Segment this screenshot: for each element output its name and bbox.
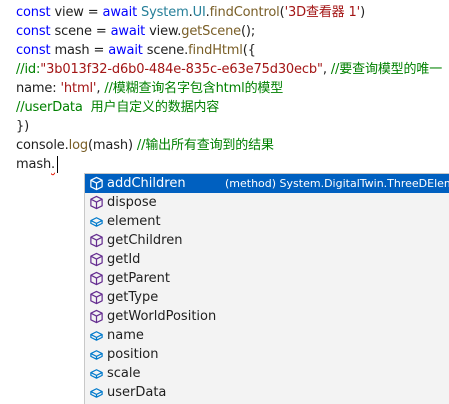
code-line-5[interactable]: name: 'html', //模糊查询名字包含html的模型 — [16, 79, 283, 98]
suggestion-item-getparent[interactable]: getParent — [85, 269, 449, 288]
function-name: getScene — [181, 24, 242, 39]
string-literal: '3D查看器 1' — [284, 5, 361, 20]
suggestion-item-getworldposition[interactable]: getWorldPosition — [85, 307, 449, 326]
suggestion-label: getChildren — [107, 233, 183, 248]
suggestion-item-position[interactable]: position — [85, 345, 449, 364]
function-name: findHtml — [188, 43, 243, 58]
keyword: await — [102, 5, 138, 20]
code-editor[interactable]: const view = await System.UI.findControl… — [0, 0, 449, 404]
code-line-4[interactable]: //id:"3b013f32-d6b0-484e-835c-e63e75d30e… — [16, 60, 442, 79]
suggestion-item-addchildren[interactable]: addChildren (method) System.DigitalTwin.T… — [85, 174, 449, 193]
method-cube-icon — [89, 309, 104, 324]
suggestion-label: addChildren — [107, 176, 186, 191]
code-line-3[interactable]: const mash = await scene.findHtml({ — [16, 41, 256, 60]
error-squiggle: . — [51, 157, 56, 172]
suggestion-label: scale — [107, 366, 141, 381]
suggestion-item-getchildren[interactable]: getChildren — [85, 231, 449, 250]
suggestion-item-dispose[interactable]: dispose — [85, 193, 449, 212]
method-cube-icon — [89, 195, 104, 210]
suggestion-item-element[interactable]: element — [85, 212, 449, 231]
suggestion-label: dispose — [107, 195, 157, 210]
code-line-2[interactable]: const scene = await view.getScene(); — [16, 22, 255, 41]
method-cube-icon — [89, 233, 104, 248]
field-icon — [89, 328, 104, 343]
field-icon — [89, 385, 104, 400]
comment: //模糊查询名字包含html的模型 — [104, 81, 284, 96]
string-literal: 'html' — [60, 81, 97, 96]
method-cube-icon — [89, 290, 104, 305]
type-name: UI — [192, 5, 206, 20]
type-name: System — [141, 5, 189, 20]
suggestion-label: getParent — [107, 271, 170, 286]
function-name: log — [68, 138, 89, 153]
keyword: const — [16, 5, 51, 20]
function-name: findControl — [209, 5, 280, 20]
code-line-6[interactable]: //userData 用户自定义的数据内容 — [16, 98, 219, 117]
code-line-1[interactable]: const view = await System.UI.findControl… — [16, 3, 365, 22]
text-cursor — [57, 156, 58, 173]
keyword: const — [16, 24, 51, 39]
code-line-8[interactable]: console.log(mash) //输出所有查询到的结果 — [16, 136, 274, 155]
comment: //要查询模型的唯一 — [330, 62, 443, 77]
string-literal: "3b013f32-d6b0-484e-835c-e63e75d30ecb" — [40, 62, 323, 77]
suggestion-item-scale[interactable]: scale — [85, 364, 449, 383]
suggestion-item-getid[interactable]: getId — [85, 250, 449, 269]
keyword: await — [110, 24, 146, 39]
comment: //id: — [16, 62, 41, 77]
suggestion-widget[interactable]: addChildren (method) System.DigitalTwin.T… — [84, 173, 449, 404]
code-line-9[interactable]: mash. — [16, 155, 55, 174]
suggestion-item-gettype[interactable]: getType — [85, 288, 449, 307]
keyword: await — [108, 43, 143, 58]
suggestion-item-name[interactable]: name — [85, 326, 449, 345]
field-icon — [89, 347, 104, 362]
suggestion-item-userdata[interactable]: userData — [85, 383, 449, 402]
field-icon — [89, 366, 104, 381]
field-icon — [89, 214, 104, 229]
suggestion-label: userData — [107, 385, 167, 400]
suggestion-label: getId — [107, 252, 141, 267]
comment: //输出所有查询到的结果 — [136, 138, 274, 153]
suggestion-label: getType — [107, 290, 159, 305]
suggestion-label: position — [107, 347, 159, 362]
keyword: const — [16, 43, 51, 58]
method-cube-icon — [89, 271, 104, 286]
suggestion-detail: (method) System.DigitalTwin.ThreeDElemen… — [225, 177, 449, 190]
method-cube-icon — [89, 252, 104, 267]
code-line-7[interactable]: }) — [16, 117, 29, 136]
suggestion-label: name — [107, 328, 144, 343]
comment: //userData 用户自定义的数据内容 — [16, 100, 220, 115]
suggestion-label: getWorldPosition — [107, 309, 217, 324]
suggestion-label: element — [107, 214, 161, 229]
method-cube-icon — [89, 176, 104, 191]
